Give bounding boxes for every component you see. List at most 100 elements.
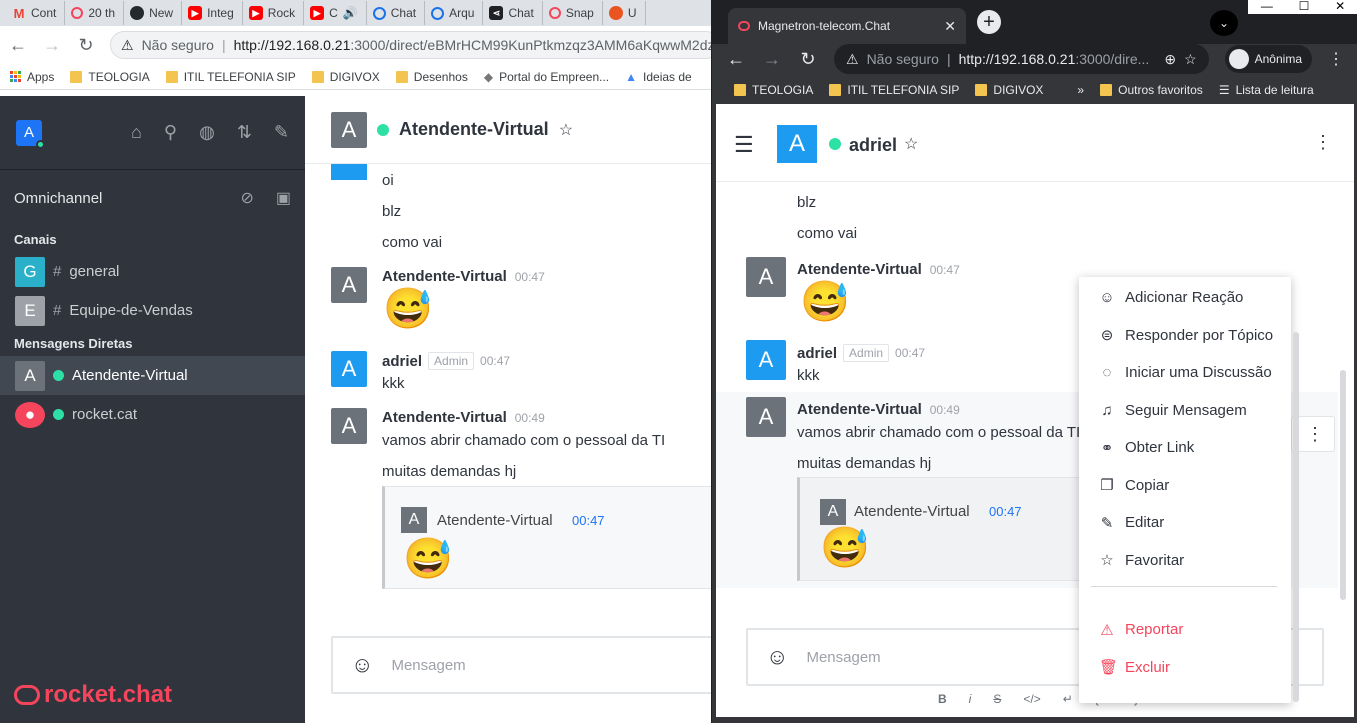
address-bar[interactable]: ⚠ Não seguro | http://192.168.0.21:3000/… [110, 31, 720, 59]
tab-chat-2[interactable]: ⋖ Chat [483, 1, 543, 25]
close-window-icon[interactable]: ✕ [1335, 0, 1345, 13]
kebab-menu-icon[interactable]: ⋮ [1314, 132, 1332, 153]
menu-item-reply-thread[interactable]: ⊜ Responder por Tópico [1079, 317, 1291, 355]
zoom-icon[interactable]: ⊕ [1164, 51, 1176, 68]
bookmark-other-favorites[interactable]: Outros favoritos [1100, 83, 1203, 97]
folder-icon [829, 84, 842, 96]
browser2-active-tab[interactable]: Magnetron-telecom.Chat ✕ [728, 8, 966, 44]
emoji-picker-icon[interactable]: ☺ [766, 644, 788, 670]
multiline-icon[interactable]: ↵ [1063, 692, 1073, 706]
bookmark-teologia[interactable]: TEOLOGIA [734, 83, 813, 97]
tab-github[interactable]: New [124, 1, 183, 25]
sidebar-item-equipe-de-vendas[interactable]: E # Equipe-de-Vendas [0, 291, 305, 330]
message-author[interactable]: Atendente-Virtual [382, 409, 507, 426]
bookmark-apps[interactable]: Apps [10, 70, 54, 84]
new-tab-plus-icon[interactable]: + [977, 10, 1001, 34]
message-author[interactable]: Atendente-Virtual [797, 261, 922, 278]
maximize-icon[interactable]: ☐ [1299, 0, 1310, 13]
menu-item-favorite[interactable]: ☆ Favoritar [1079, 542, 1291, 580]
message-composer[interactable]: ☺ Mensagem [331, 636, 721, 694]
message-avatar[interactable]: A [746, 340, 786, 380]
create-new-icon[interactable]: ✎ [274, 122, 289, 143]
tab-search-chevron-icon[interactable]: ⌄ [1210, 10, 1238, 36]
omnichannel-availability-icon[interactable]: ⊘ [240, 188, 253, 208]
tab-gmail[interactable]: M Cont [6, 1, 66, 25]
sidebar-item-general[interactable]: G # general [0, 252, 305, 291]
tab-youtube-3[interactable]: ▶ C 🔊 [304, 1, 367, 25]
channels-header: Canais [14, 231, 57, 247]
bookmark-itil[interactable]: ITIL TELEFONIA SIP [165, 70, 296, 84]
tab-rocket-1[interactable]: 20 th [65, 1, 125, 25]
sidebar-item-atendente-virtual[interactable]: A Atendente-Virtual [0, 356, 305, 395]
menu-item-follow-message[interactable]: ♫ Seguir Mensagem [1079, 392, 1291, 430]
bookmark-portal[interactable]: ◆ Portal do Empreen... [484, 70, 609, 84]
message-avatar[interactable]: A [331, 267, 367, 303]
bookmark-desenhos[interactable]: Desenhos [395, 70, 468, 84]
omnichannel-row: Omnichannel ⊘ ▣ [0, 170, 305, 226]
menu-item-copy[interactable]: ❐ Copiar [1079, 467, 1291, 505]
strike-icon[interactable]: S [993, 692, 1001, 706]
user-avatar[interactable]: A [16, 119, 45, 149]
message-author[interactable]: Atendente-Virtual [382, 268, 507, 285]
bookmark-teologia[interactable]: TEOLOGIA [70, 70, 150, 84]
more-bookmarks-icon[interactable]: » [1077, 83, 1084, 97]
message-author[interactable]: Atendente-Virtual [797, 401, 922, 418]
code-icon[interactable]: </> [1023, 692, 1040, 706]
italic-icon[interactable]: i [969, 692, 972, 706]
menu-item-delete[interactable]: 🗑 Excluir [1079, 649, 1291, 687]
bookmark-itil[interactable]: ITIL TELEFONIA SIP [829, 83, 959, 97]
message-avatar[interactable]: A [331, 408, 367, 444]
menu-item-start-discussion[interactable]: ◌ Iniciar uma Discussão [1079, 354, 1291, 392]
forward-icon[interactable]: → [42, 35, 62, 56]
quoted-message[interactable]: A Atendente-Virtual 00:47 😅 [382, 486, 715, 589]
menu-scrollbar[interactable] [1293, 332, 1299, 702]
tab-ubuntu[interactable]: U [603, 1, 646, 25]
favorite-star-icon[interactable]: ☆ [904, 134, 918, 154]
sort-icon[interactable]: ⇅ [237, 122, 252, 143]
copy-icon: ❐ [1100, 477, 1114, 495]
minimize-icon[interactable]: — [1261, 0, 1273, 13]
back-icon[interactable]: ← [726, 49, 746, 70]
menu-item-report[interactable]: ⚠ Reportar [1079, 611, 1291, 649]
browser-menu-icon[interactable]: ⋮ [1328, 49, 1344, 69]
message-author[interactable]: adriel [797, 345, 837, 362]
quoted-message[interactable]: A Atendente-Virtual 00:47 😅 [797, 477, 1097, 581]
bookmark-digivox[interactable]: DIGIVOX [311, 70, 380, 84]
menu-item-get-link[interactable]: ⚭ Obter Link [1079, 429, 1291, 467]
reload-icon[interactable]: ↻ [76, 35, 96, 56]
close-tab-icon[interactable]: ✕ [944, 18, 956, 35]
reload-icon[interactable]: ↻ [798, 49, 818, 70]
menu-item-add-reaction[interactable]: ☺ Adicionar Reação [1079, 279, 1291, 317]
message-avatar[interactable]: A [746, 397, 786, 437]
reading-list[interactable]: ☰ Lista de leitura [1219, 83, 1314, 97]
hamburger-menu-icon[interactable]: ☰ [734, 132, 754, 158]
bookmark-star-icon[interactable]: ☆ [1184, 51, 1197, 68]
scrollbar[interactable] [1340, 370, 1346, 600]
message-avatar[interactable]: A [746, 257, 786, 297]
search-icon[interactable]: ⚲ [164, 122, 177, 143]
quote-time[interactable]: 00:47 [989, 504, 1022, 519]
tab-chat-1[interactable]: Chat [367, 1, 426, 25]
contact-center-icon[interactable]: ▣ [276, 188, 291, 208]
bookmark-digivox[interactable]: DIGIVOX [975, 83, 1043, 97]
incognito-profile-button[interactable]: Anônima [1224, 45, 1312, 73]
tab-youtube-1[interactable]: ▶ Integ [182, 1, 243, 25]
message-author[interactable]: adriel [382, 353, 422, 370]
address-bar[interactable]: ⚠ Não seguro | http://192.168.0.21:3000/… [834, 44, 1209, 74]
sidebar-item-rocket-cat[interactable]: ● rocket.cat [0, 395, 305, 434]
tab-youtube-2[interactable]: ▶ Rock [243, 1, 305, 25]
message-avatar[interactable]: A [331, 351, 367, 387]
quote-time[interactable]: 00:47 [572, 513, 605, 528]
menu-item-edit[interactable]: ✎ Editar [1079, 504, 1291, 542]
back-icon[interactable]: ← [8, 35, 28, 56]
bold-icon[interactable]: B [938, 692, 947, 706]
favorite-star-icon[interactable]: ☆ [559, 120, 573, 140]
bookmark-ideias[interactable]: ▲ Ideias de [625, 70, 692, 84]
tab-arqu[interactable]: Arqu [425, 1, 484, 25]
home-icon[interactable]: ⌂ [131, 122, 142, 143]
forward-icon[interactable]: → [762, 49, 782, 70]
directory-globe-icon[interactable]: ◍ [199, 122, 215, 143]
tab-snap[interactable]: Snap [543, 1, 603, 25]
emoji-picker-icon[interactable]: ☺ [351, 652, 373, 678]
ubuntu-icon [608, 6, 623, 20]
